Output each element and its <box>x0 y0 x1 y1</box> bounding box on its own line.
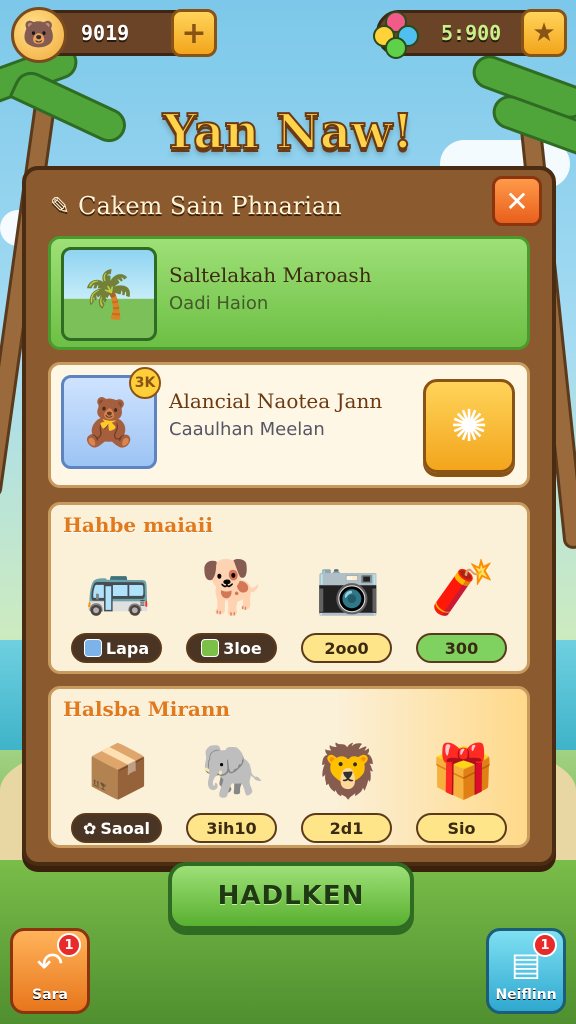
item-price: ✿ Saoal <box>71 813 162 843</box>
star-button[interactable]: ★ <box>521 9 567 57</box>
back-button[interactable]: 1 ↶ Sara <box>10 928 90 1014</box>
item-price: 3loe <box>186 633 277 663</box>
notification-badge: 1 <box>533 933 557 957</box>
shop-item-bus[interactable]: 🚌 Lapa <box>59 545 174 665</box>
item-price: Sio <box>416 813 507 843</box>
item-row: 📦 ✿ Saoal 🐘 3ih10 🦁 2d1 🎁 Sio <box>59 729 519 849</box>
item-price-text: 3loe <box>223 638 262 658</box>
item-price-text: Saoal <box>100 818 150 838</box>
shop-item-elephant[interactable]: 🐘 3ih10 <box>174 729 289 849</box>
shop-item-camera[interactable]: 📷 2oo0 <box>289 545 404 665</box>
plus-icon: + <box>181 15 207 51</box>
crates-icon: 📦 <box>85 741 151 802</box>
back-button-label: Sara <box>32 987 68 1003</box>
shop-section-2: Halsba Mirann 📦 ✿ Saoal 🐘 3ih10 🦁 2d1 🎁 … <box>48 686 530 848</box>
next-button[interactable]: 1 ▤ Neiflinn <box>486 928 566 1014</box>
avatar[interactable]: 🐻 <box>11 7 67 63</box>
shop-item-firecracker[interactable]: 🧨 300 <box>404 545 519 665</box>
quest-card-subtitle: Caaulhan Meelan <box>169 419 325 440</box>
shop-section-1: Hahbe maiaii 🚌 Lapa 🐕 3loe 📷 2oo0 🧨 300 <box>48 502 530 674</box>
leaf-icon <box>201 639 220 657</box>
panel-header: ✎ Cakem Sain Phnarian <box>50 188 342 224</box>
firecracker-icon: 🧨 <box>430 557 496 618</box>
featured-card-title: Saltelakah Maroash <box>169 263 372 287</box>
item-price-text: 2oo0 <box>324 638 369 658</box>
featured-card-image: 🌴 <box>61 247 157 341</box>
treasure-box-icon: 🎁 <box>430 741 496 802</box>
shop-item-treasure-box[interactable]: 🎁 Sio <box>404 729 519 849</box>
item-price: 2oo0 <box>301 633 392 663</box>
quest-badge: 3K <box>129 367 161 399</box>
coins-counter: 🐻 9019 + <box>11 7 217 63</box>
elephant-icon: 🐘 <box>200 741 266 802</box>
item-row: 🚌 Lapa 🐕 3loe 📷 2oo0 🧨 300 <box>59 545 519 665</box>
panel-header-text: Cakem Sain Phnarian <box>78 192 342 220</box>
image-icon <box>83 639 102 657</box>
main-action-button[interactable]: HADLKEN <box>168 862 414 930</box>
camera-icon: 📷 <box>315 557 381 618</box>
section-title: Hahbe maiaii <box>63 513 213 537</box>
item-price-text: 2d1 <box>329 818 364 838</box>
section-title: Halsba Mirann <box>63 697 230 721</box>
item-price-text: 3ih10 <box>206 818 257 838</box>
page-title: Yan Naw! <box>162 103 415 161</box>
main-panel: ✎ Cakem Sain Phnarian ✕ 🌴 Saltelakah Mar… <box>22 166 556 866</box>
featured-card[interactable]: 🌴 Saltelakah Maroash Oadi Haion <box>48 236 530 350</box>
item-price-text: Sio <box>447 818 476 838</box>
item-price-text: Lapa <box>105 638 150 658</box>
shop-item-dog[interactable]: 🐕 3loe <box>174 545 289 665</box>
coins-value: 9019 <box>81 21 130 45</box>
shop-item-lion-cub[interactable]: 🦁 2d1 <box>289 729 404 849</box>
star-icon: ★ <box>532 18 556 48</box>
featured-card-subtitle: Oadi Haion <box>169 293 269 314</box>
close-button[interactable]: ✕ <box>492 176 542 226</box>
item-price: 3ih10 <box>186 813 277 843</box>
flower-icon: ✿ <box>83 818 97 838</box>
add-coins-button[interactable]: + <box>171 9 217 57</box>
dog-icon: 🐕 <box>200 557 266 618</box>
item-price: 300 <box>416 633 507 663</box>
sun-burst-icon: ✺ <box>450 400 488 452</box>
pencil-icon: ✎ <box>50 192 71 220</box>
quest-card-title: Alancial Naotea Jann <box>169 389 383 413</box>
shop-item-crates[interactable]: 📦 ✿ Saoal <box>59 729 174 849</box>
gems-counter: 5:900 ★ <box>373 9 567 59</box>
quest-action-button[interactable]: ✺ <box>423 379 515 473</box>
gems-value: 5:900 <box>441 21 502 45</box>
item-price: 2d1 <box>301 813 392 843</box>
notification-badge: 1 <box>57 933 81 957</box>
lion-cub-icon: 🦁 <box>315 741 381 802</box>
quest-card[interactable]: 🧸 3K Alancial Naotea Jann Caaulhan Meela… <box>48 362 530 488</box>
next-button-label: Neiflinn <box>495 987 557 1003</box>
bus-icon: 🚌 <box>85 557 151 618</box>
close-icon: ✕ <box>505 184 529 218</box>
gems-icon <box>371 7 427 63</box>
item-price: Lapa <box>71 633 162 663</box>
item-price-text: 300 <box>444 638 479 658</box>
